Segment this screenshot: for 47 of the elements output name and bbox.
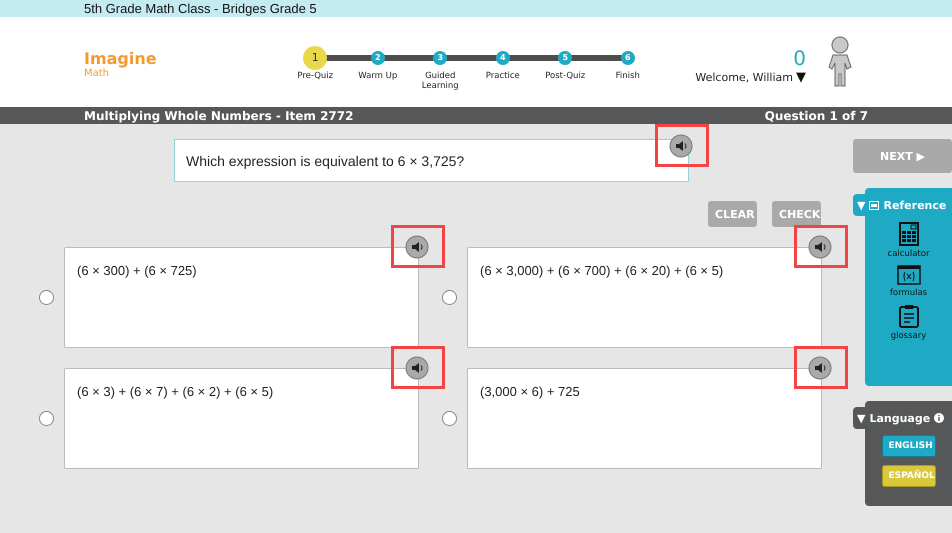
answer-card[interactable]: (6 × 3,000) + (6 × 700) + (6 × 20) + (6 × 5): [467, 247, 822, 348]
panel-title: Language: [869, 412, 930, 424]
step-label: Practice: [484, 70, 521, 80]
step-label: Post-Quiz: [544, 70, 586, 80]
step-number: 5: [558, 50, 572, 64]
panel-title: Reference: [883, 198, 946, 212]
logo-name: Imagine: [84, 50, 158, 68]
answer-text: (3,000 × 6) + 725: [480, 384, 580, 399]
caret-icon[interactable]: ▼: [857, 412, 866, 424]
question-text: Which expression is equivalent to 6 × 3,725?: [185, 152, 464, 168]
answer-text: (6 × 3,000) + (6 × 700) + (6 × 20) + (6 × 5): [480, 263, 724, 278]
step-number: 6: [620, 50, 635, 64]
tool-label[interactable]: calculator: [888, 249, 930, 259]
answer-text: (6 × 300) + (6 × 725): [77, 263, 197, 278]
speaker-icon[interactable]: [808, 235, 832, 259]
speaker-icon[interactable]: [669, 134, 693, 158]
clipboard-icon[interactable]: [898, 304, 918, 328]
radio-button[interactable]: [39, 411, 54, 426]
step-label: Guided Learning: [420, 70, 460, 90]
step-number: 2: [370, 50, 385, 64]
step-number: 4: [496, 50, 510, 64]
step-label: Finish: [614, 70, 641, 80]
radio-button[interactable]: [442, 290, 457, 305]
calculator-icon[interactable]: [898, 222, 918, 246]
speaker-icon[interactable]: [405, 356, 429, 380]
answer-text: (6 × 3) + (6 × 7) + (6 × 2) + (6 × 5): [77, 384, 274, 399]
score: 0: [793, 46, 806, 70]
speaker-icon[interactable]: [405, 235, 429, 259]
step-label: Pre-Quiz: [296, 70, 334, 80]
info-icon[interactable]: [934, 413, 944, 423]
step-label: Warm Up: [357, 70, 398, 80]
tool-label[interactable]: glossary: [890, 331, 926, 341]
class-title: 5th Grade Math Class - Bridges Grade 5: [84, 1, 317, 16]
radio-button[interactable]: [39, 290, 54, 305]
answer-card[interactable]: (6 × 3) + (6 × 7) + (6 × 2) + (6 × 5): [64, 368, 419, 469]
tool-label[interactable]: formulas: [890, 288, 928, 298]
radio-button[interactable]: [442, 411, 457, 426]
question-counter: Question 1 of 7: [764, 108, 868, 122]
answer-card[interactable]: (6 × 300) + (6 × 725): [64, 247, 419, 348]
step-number: 1: [303, 46, 328, 70]
speaker-icon[interactable]: [808, 356, 832, 380]
formula-icon[interactable]: [896, 265, 920, 285]
answer-card[interactable]: (3,000 × 6) + 725: [467, 368, 822, 469]
step-number: 3: [433, 50, 448, 64]
welcome-text: Welcome, William: [695, 70, 793, 84]
lesson-title: Multiplying Whole Numbers - Item 2772: [84, 108, 354, 122]
book-icon: [869, 200, 880, 210]
